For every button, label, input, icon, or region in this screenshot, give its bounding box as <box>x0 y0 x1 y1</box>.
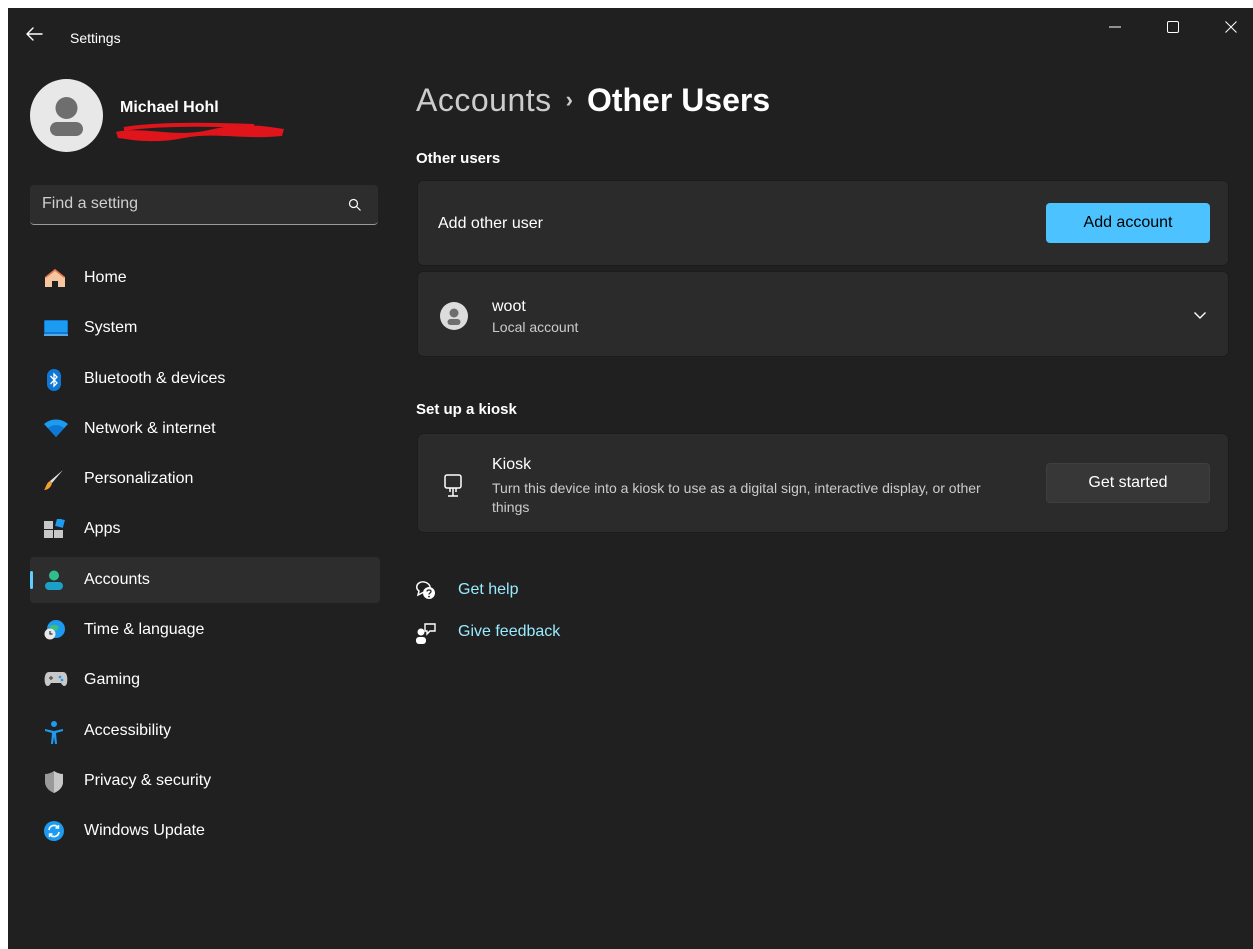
sidebar-item-label: Personalization <box>84 470 194 488</box>
gamepad-icon <box>44 670 68 690</box>
sidebar-item-label: System <box>84 319 138 337</box>
sidebar-item-accounts[interactable]: Accounts <box>30 556 380 603</box>
user-card-woot[interactable]: woot Local account <box>417 271 1229 357</box>
update-icon <box>44 821 64 842</box>
bluetooth-icon <box>44 368 64 391</box>
app-title: Settings <box>70 30 121 46</box>
user-account-type: Local account <box>492 319 579 335</box>
globe-clock-icon <box>44 620 65 640</box>
wifi-icon <box>44 419 68 439</box>
section-title-kiosk: Set up a kiosk <box>416 401 517 418</box>
close-icon <box>1225 21 1237 33</box>
sidebar-item-time-language[interactable]: Time & language <box>30 607 380 653</box>
get-help-link[interactable]: Get help <box>416 579 566 603</box>
person-icon <box>50 97 83 136</box>
user-avatar <box>440 302 468 330</box>
home-icon <box>44 268 65 288</box>
brush-icon <box>44 469 64 491</box>
kiosk-title: Kiosk <box>492 456 532 473</box>
profile-email-redacted <box>114 120 286 142</box>
system-icon <box>44 318 68 338</box>
accessibility-icon <box>44 720 64 744</box>
person-icon <box>447 308 461 325</box>
minimize-icon <box>1109 26 1121 28</box>
chevron-down-icon[interactable] <box>1193 310 1207 320</box>
kiosk-description: Turn this device into a kiosk to use as … <box>492 480 981 515</box>
back-button[interactable] <box>22 22 50 46</box>
maximize-button[interactable] <box>1144 8 1202 54</box>
sidebar-item-label: Home <box>84 269 127 286</box>
sidebar-item-apps[interactable]: Apps <box>30 506 380 552</box>
get-help-label[interactable]: Get help <box>458 581 518 599</box>
page-title: Other Users <box>586 82 771 118</box>
sidebar-item-accessibility[interactable]: Accessibility <box>30 708 380 754</box>
breadcrumb: Accounts › Other Users <box>416 82 770 126</box>
help-chat-icon <box>416 581 435 599</box>
shield-icon <box>44 770 64 793</box>
sidebar-nav: Home System Bluetooth & devices Network … <box>30 255 380 859</box>
sidebar-item-label: Bluetooth & devices <box>84 369 226 387</box>
kiosk-card: Kiosk Turn this device into a kiosk to u… <box>417 433 1229 533</box>
close-button[interactable] <box>1202 8 1253 54</box>
sidebar-item-bluetooth[interactable]: Bluetooth & devices <box>30 356 380 402</box>
kiosk-icon <box>444 474 462 497</box>
sidebar-item-label: Accessibility <box>84 721 172 739</box>
profile-avatar[interactable] <box>30 79 103 152</box>
section-title-other-users: Other users <box>416 150 501 167</box>
settings-window: Settings Michael Hohl Find a setting Hom… <box>8 8 1253 949</box>
breadcrumb-parent[interactable]: Accounts <box>416 82 552 118</box>
sidebar-item-system[interactable]: System <box>30 305 380 351</box>
sidebar-item-label: Privacy & security <box>84 771 212 789</box>
apps-icon <box>44 519 65 539</box>
accounts-icon <box>44 570 64 590</box>
title-bar: Settings <box>8 8 1253 54</box>
active-indicator <box>30 570 33 589</box>
add-account-button[interactable]: Add account <box>1046 203 1210 243</box>
add-other-user-card: Add other user Add account <box>417 180 1229 266</box>
user-name: woot <box>492 298 526 315</box>
maximize-icon <box>1167 21 1179 33</box>
give-feedback-label[interactable]: Give feedback <box>458 623 560 641</box>
sidebar-item-network[interactable]: Network & internet <box>30 406 380 452</box>
sidebar-item-label: Time & language <box>84 621 205 639</box>
sidebar-item-personalization[interactable]: Personalization <box>30 456 380 502</box>
sidebar-item-label: Network & internet <box>84 419 216 437</box>
sidebar-item-privacy-security[interactable]: Privacy & security <box>30 758 380 804</box>
search-box[interactable] <box>30 185 378 225</box>
search-input[interactable] <box>30 185 330 223</box>
back-arrow-icon <box>26 27 43 41</box>
profile-name: Michael Hohl <box>120 99 219 116</box>
give-feedback-link[interactable]: Give feedback <box>416 621 586 645</box>
sidebar-item-windows-update[interactable]: Windows Update <box>30 808 380 854</box>
sidebar-item-gaming[interactable]: Gaming <box>30 657 380 703</box>
search-icon[interactable] <box>348 198 362 212</box>
get-started-button[interactable]: Get started <box>1046 463 1210 503</box>
add-other-user-label: Add other user <box>438 215 543 232</box>
minimize-button[interactable] <box>1086 8 1144 54</box>
sidebar-item-label: Accounts <box>84 570 150 588</box>
sidebar-item-label: Apps <box>84 520 121 538</box>
feedback-icon <box>416 623 436 644</box>
sidebar-item-home[interactable]: Home <box>30 255 380 301</box>
sidebar-item-label: Gaming <box>84 671 141 689</box>
breadcrumb-separator: › <box>565 87 573 112</box>
sidebar-item-label: Windows Update <box>84 822 205 840</box>
